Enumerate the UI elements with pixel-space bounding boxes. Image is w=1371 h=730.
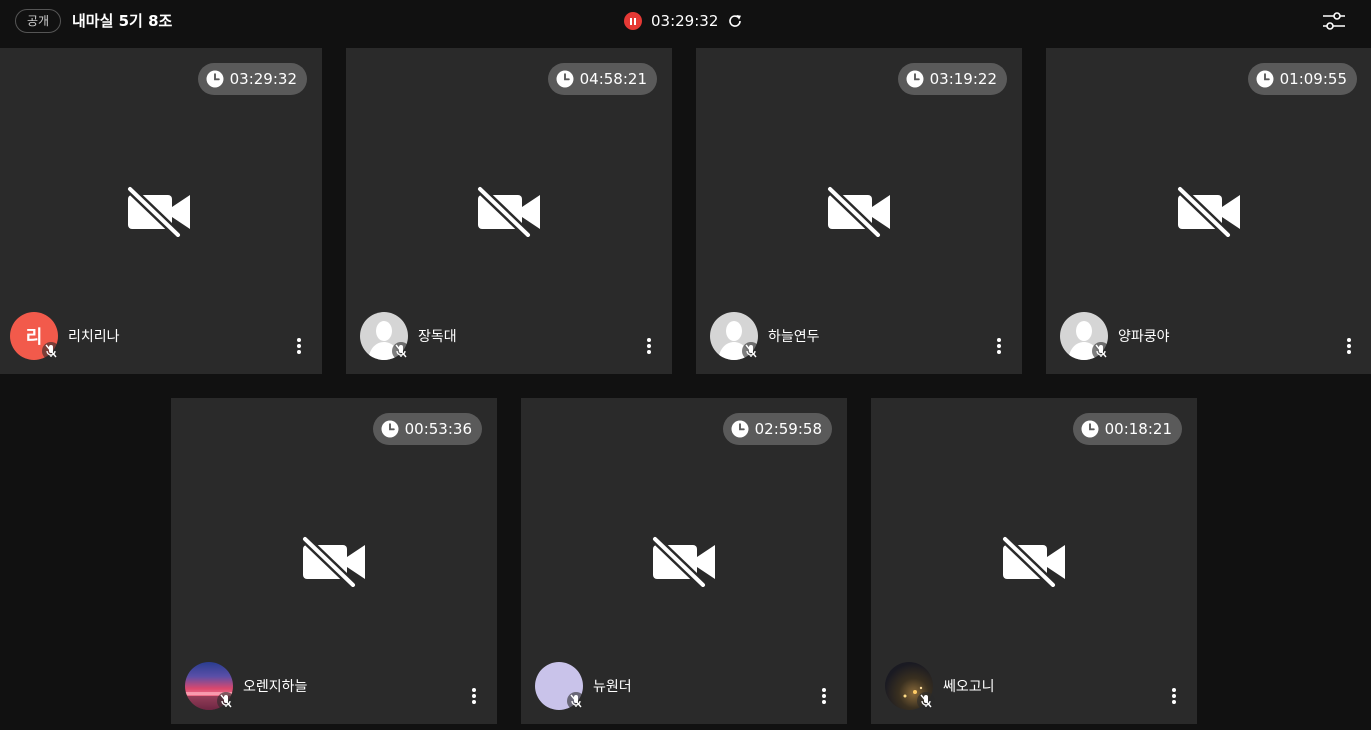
mic-off-icon <box>42 342 60 360</box>
mic-off-icon <box>742 342 760 360</box>
camera-off-icon <box>124 185 194 237</box>
more-options-icon[interactable] <box>1171 688 1177 706</box>
participant-name: 뉴원더 <box>593 679 632 695</box>
camera-off-icon <box>474 185 544 237</box>
participant-name: 장독대 <box>418 329 457 345</box>
study-time-pill: 04:58:21 <box>547 63 657 95</box>
top-bar: 공개 내마실 5기 8조 03:29:32 <box>0 0 1371 42</box>
study-time: 03:29:32 <box>229 70 297 88</box>
study-time: 04:58:21 <box>579 70 647 88</box>
study-time-pill: 03:19:22 <box>897 63 1007 95</box>
participant-name: 양파쿵야 <box>1118 329 1170 345</box>
clock-icon <box>381 420 399 438</box>
more-options-icon[interactable] <box>646 338 652 356</box>
participant-tile[interactable]: 02:59:58 뉴원더 <box>521 398 847 724</box>
room-title: 내마실 5기 8조 <box>72 12 173 30</box>
participant-tile[interactable]: 00:53:36 오렌지하늘 <box>171 398 497 724</box>
refresh-icon[interactable] <box>727 13 743 29</box>
study-time-pill: 00:18:21 <box>1072 413 1182 445</box>
settings-sliders-icon[interactable] <box>1321 10 1347 32</box>
clock-icon <box>731 420 749 438</box>
study-time: 02:59:58 <box>754 420 822 438</box>
study-time: 01:09:55 <box>1279 70 1347 88</box>
pause-button[interactable] <box>624 12 642 30</box>
mic-off-icon <box>1092 342 1110 360</box>
more-options-icon[interactable] <box>821 688 827 706</box>
participant-name: 쎄오고니 <box>943 679 995 695</box>
participant-tile[interactable]: 00:18:21 쎄오고니 <box>871 398 1197 724</box>
study-time: 00:53:36 <box>404 420 472 438</box>
visibility-badge: 공개 <box>15 9 62 33</box>
study-time-pill: 02:59:58 <box>722 413 832 445</box>
participant-name: 리치리나 <box>68 329 120 345</box>
mic-off-icon <box>217 692 235 710</box>
session-timer: 03:29:32 <box>624 10 743 32</box>
clock-icon <box>556 70 574 88</box>
camera-off-icon <box>649 535 719 587</box>
mic-off-icon <box>917 692 935 710</box>
more-options-icon[interactable] <box>1346 338 1352 356</box>
clock-icon <box>906 70 924 88</box>
avatar-initial: 리 <box>25 327 43 348</box>
study-time-pill: 00:53:36 <box>372 413 482 445</box>
more-options-icon[interactable] <box>996 338 1002 356</box>
participant-tile[interactable]: 03:29:32 리 리치리나 <box>0 48 322 374</box>
camera-off-icon <box>824 185 894 237</box>
more-options-icon[interactable] <box>296 338 302 356</box>
study-time: 03:19:22 <box>929 70 997 88</box>
participant-tile[interactable]: 04:58:21 장독대 <box>346 48 672 374</box>
clock-icon <box>1256 70 1274 88</box>
camera-off-icon <box>299 535 369 587</box>
camera-off-icon <box>1174 185 1244 237</box>
clock-icon <box>1081 420 1099 438</box>
participant-name: 오렌지하늘 <box>243 679 308 695</box>
study-time-pill: 01:09:55 <box>1247 63 1357 95</box>
session-timer-text: 03:29:32 <box>651 12 719 30</box>
camera-off-icon <box>999 535 1069 587</box>
clock-icon <box>206 70 224 88</box>
study-time: 00:18:21 <box>1104 420 1172 438</box>
more-options-icon[interactable] <box>471 688 477 706</box>
mic-off-icon <box>567 692 585 710</box>
participant-tile[interactable]: 03:19:22 하늘연두 <box>696 48 1022 374</box>
mic-off-icon <box>392 342 410 360</box>
participant-tile[interactable]: 01:09:55 양파쿵야 <box>1046 48 1371 374</box>
participant-name: 하늘연두 <box>768 329 820 345</box>
study-time-pill: 03:29:32 <box>197 63 307 95</box>
